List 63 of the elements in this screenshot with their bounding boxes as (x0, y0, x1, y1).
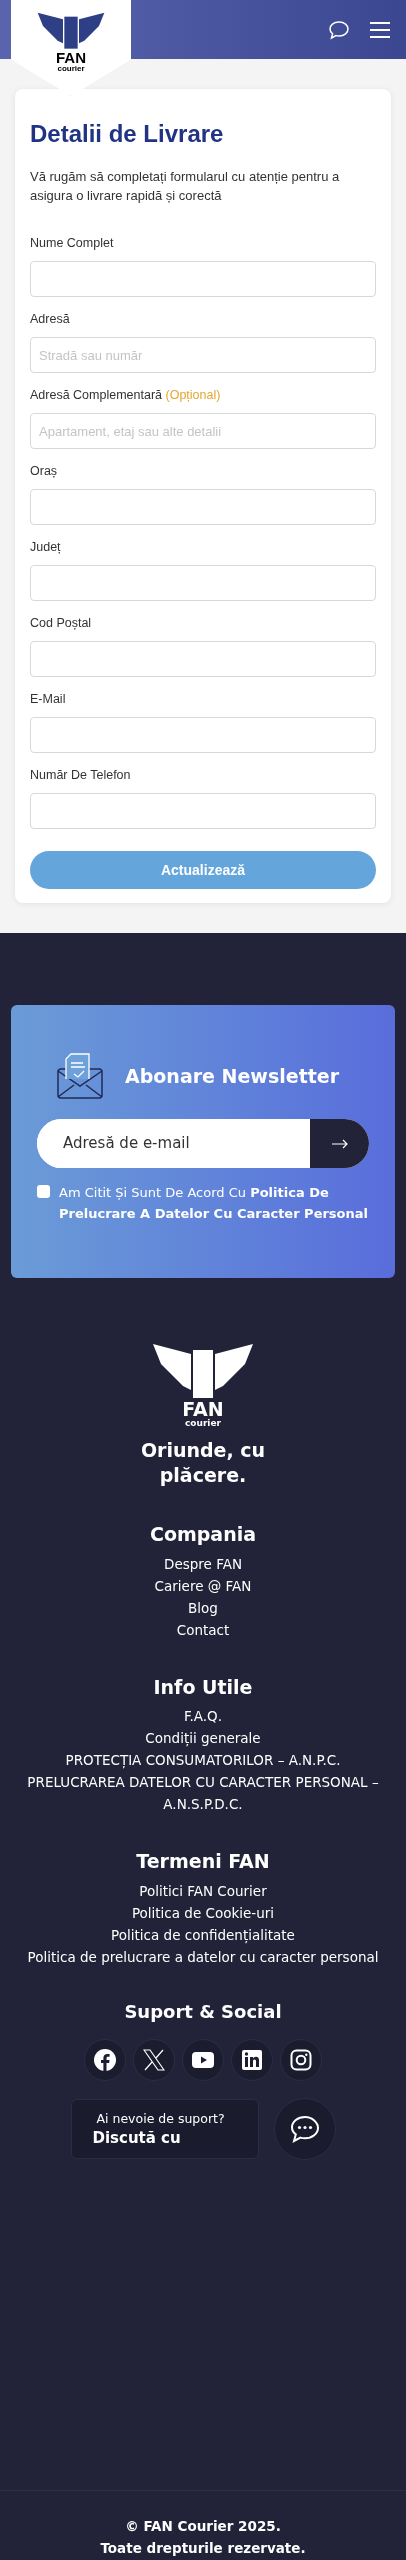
footer-link[interactable]: Condiții generale (131, 1727, 275, 1749)
section-heading: Info Utile (153, 1674, 253, 1700)
consent-text: Am Citit Și Sunt De Acord Cu Politica De Prelucrare A Datelor Cu Caracter Personal (59, 1184, 369, 1223)
footer-link[interactable]: Politici FAN Courier (125, 1879, 281, 1902)
field-label: E-Mail (30, 691, 67, 708)
input-field[interactable]: Apartament, etaj sau alte detalii (30, 413, 376, 449)
field-label: Adresă Complementară (Opțional) (30, 387, 222, 404)
menu-icon[interactable] (370, 21, 390, 38)
newsletter-title: Abonare Newsletter (125, 1063, 340, 1089)
footer-link[interactable]: Contact (162, 1618, 244, 1641)
input-field[interactable] (30, 489, 376, 525)
input-field[interactable] (30, 261, 376, 297)
x-logo-icon (143, 2048, 165, 2071)
f-logo-icon (94, 2048, 116, 2071)
social-button[interactable] (84, 2038, 126, 2081)
chat-bubble-icon (289, 2114, 320, 2143)
footer-link[interactable]: F.A.Q. (169, 1705, 237, 1727)
footer-link[interactable]: PRELUCRAREA DATELOR CU CARACTER PERSONAL – A.N.S.P.D.C. (0, 1771, 406, 1815)
field-label: Cod Poștal (30, 615, 93, 632)
logo-text: FAN (182, 1400, 224, 1419)
camera-logo-icon (290, 2048, 312, 2071)
field-label: Oraș (30, 463, 59, 480)
section-heading: Suport & Social (124, 1999, 282, 2024)
submit-button[interactable] (310, 1119, 369, 1168)
envelope-icon (57, 1053, 103, 1099)
form-intro: Vă rugăm să completați formularul cu atenție pentru a asigura o livrare rapidă și corectă (30, 168, 341, 205)
support-action: Discută cu (92, 2127, 181, 2148)
copyright-text: Toate drepturile rezervate. (100, 2538, 306, 2558)
support-question: Ai nevoie de suport? (95, 2109, 225, 2128)
footer-link[interactable]: Politica de prelucrare a datelor cu caracter personal (13, 1945, 393, 1968)
social-button[interactable] (133, 2038, 175, 2081)
footer-link[interactable]: Politica de Cookie-uri (117, 1901, 289, 1924)
input-field[interactable] (30, 565, 376, 601)
input-field[interactable] (30, 641, 376, 677)
form-title: Detalii de Livrare (30, 119, 225, 149)
footer-link[interactable]: Politica de confidențialitate (97, 1923, 309, 1946)
social-button[interactable] (231, 2038, 273, 2081)
chat-icon[interactable] (328, 19, 350, 40)
input-field[interactable] (30, 793, 376, 829)
copyright-text: © FAN Courier 2025. (125, 2516, 281, 2536)
in-logo-icon (241, 2048, 263, 2071)
input-field[interactable] (30, 717, 376, 753)
logo-subtext: courier (57, 65, 85, 73)
support-panel[interactable]: Ai nevoie de suport? Discută cu (70, 2098, 259, 2159)
field-label: Număr De Telefon (30, 767, 132, 784)
input-field[interactable]: Stradă sau număr (30, 337, 376, 373)
logo-subtext: courier (185, 1419, 221, 1428)
footer-link[interactable]: Blog (174, 1596, 232, 1619)
footer-link[interactable]: Cariere @ FAN (140, 1574, 266, 1597)
social-button[interactable] (182, 2038, 224, 2081)
field-label: Adresă (30, 311, 71, 328)
section-heading: Compania (149, 1522, 257, 1547)
footer-link[interactable]: PROTECȚIA CONSUMATORILOR – A.N.P.C. (51, 1749, 355, 1771)
email-field[interactable]: Adresă de e-mail (37, 1119, 369, 1168)
social-button[interactable] (280, 2038, 322, 2081)
arrow-right-icon (331, 1138, 348, 1149)
footer-link[interactable]: Despre FAN (150, 1552, 256, 1575)
field-label: Nume Complet (30, 235, 115, 252)
field-label: Județ (30, 539, 62, 556)
section-heading: Termeni FAN (136, 1849, 270, 1874)
logo-text: FAN (56, 50, 86, 65)
consent-checkbox[interactable] (37, 1185, 50, 1198)
tagline: Oriunde, cu plăcere. (139, 1438, 267, 1488)
